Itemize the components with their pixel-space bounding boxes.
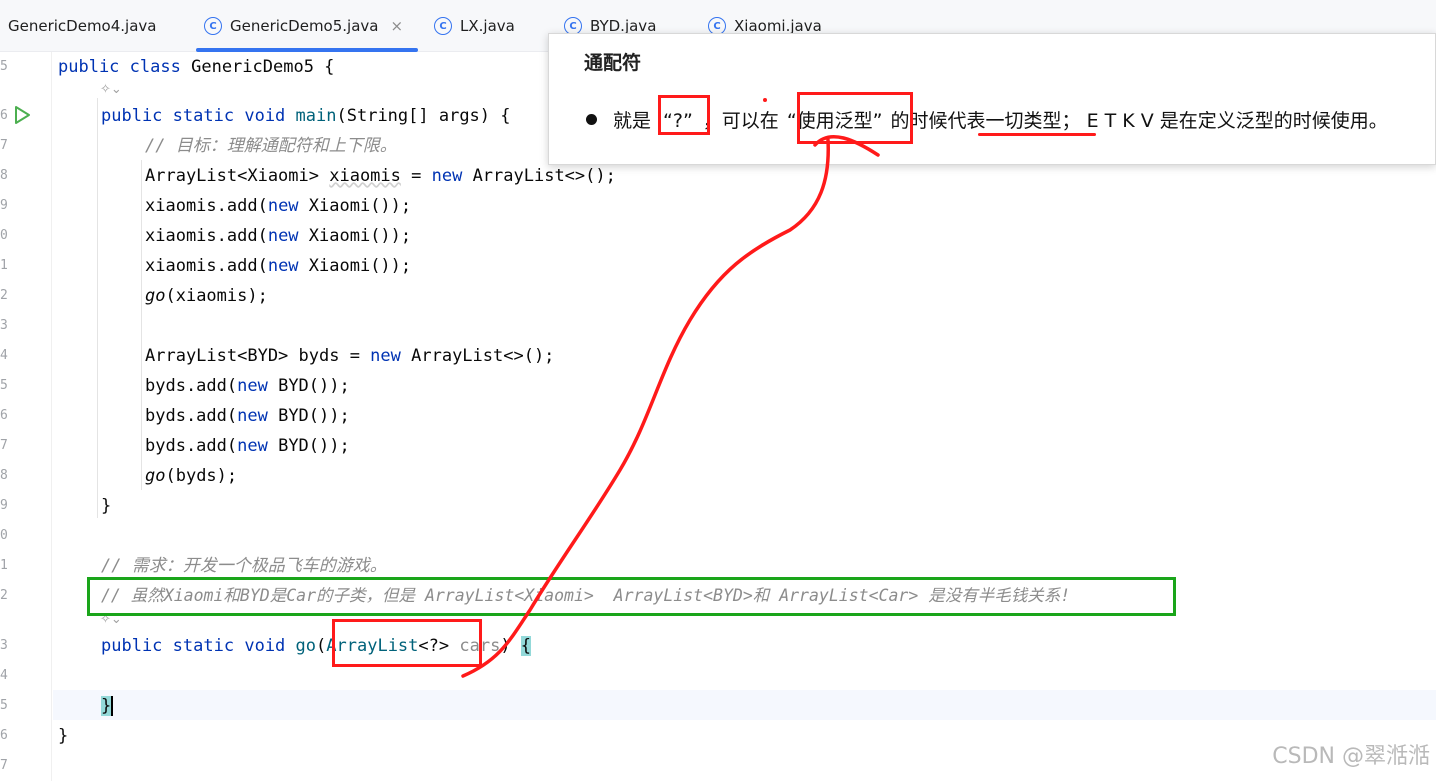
- watermark: CSDN @翠湉湉: [1272, 744, 1430, 769]
- red-arrow-annotation: [461, 98, 880, 678]
